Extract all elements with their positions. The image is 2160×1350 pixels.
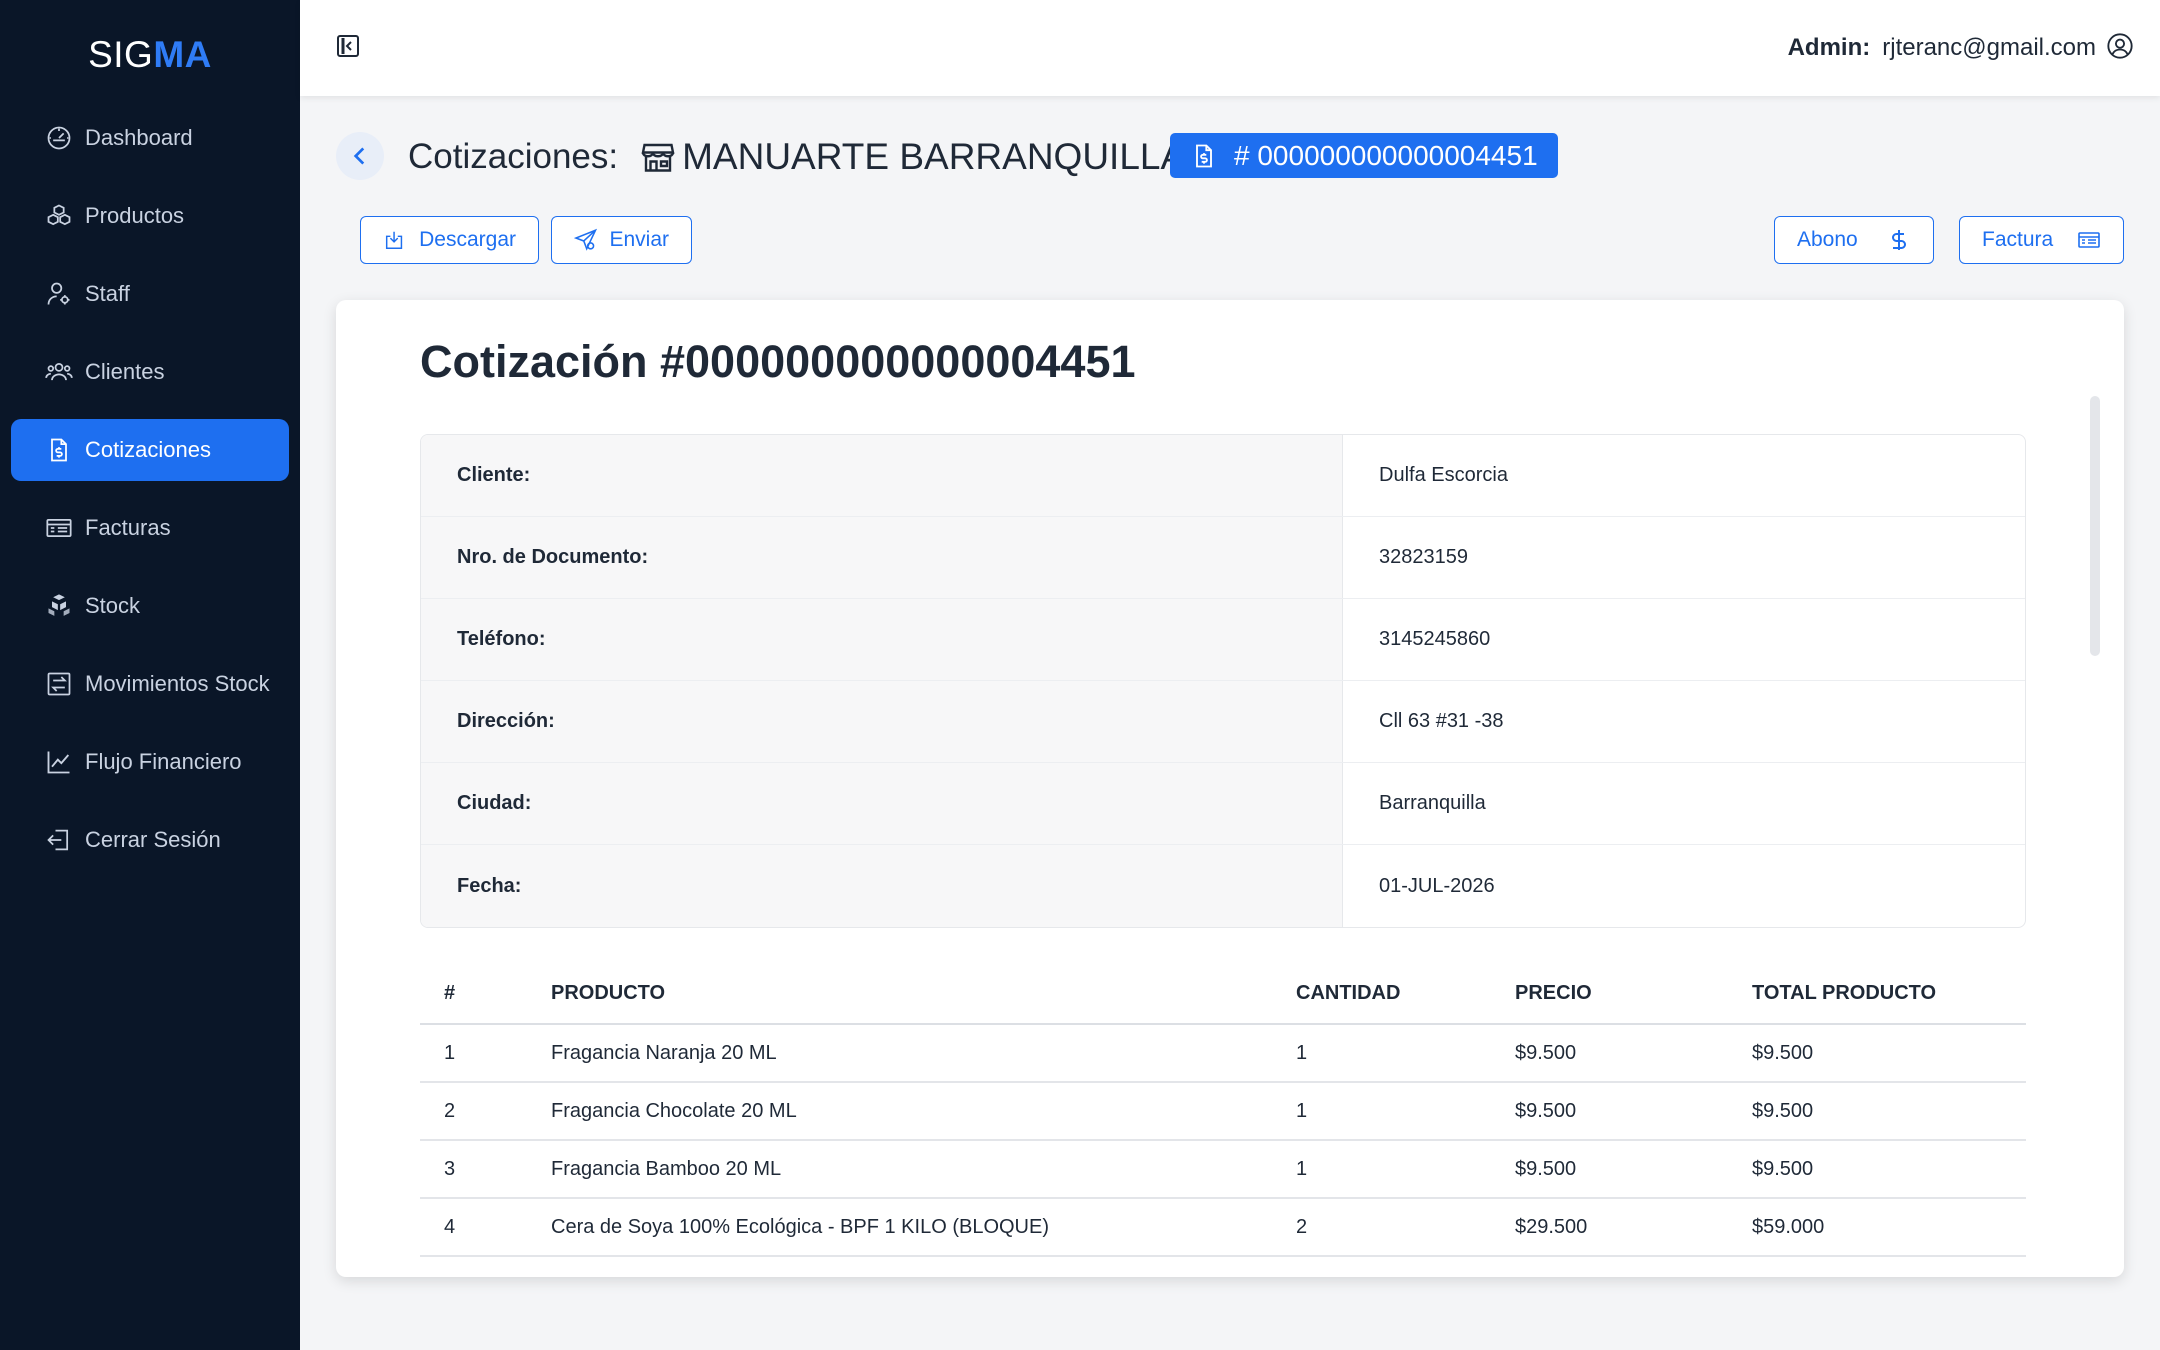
send-button[interactable]: Enviar xyxy=(551,216,692,264)
file-dollar-icon xyxy=(51,438,67,462)
dashboard-icon xyxy=(47,126,71,150)
table-row: 3 Fragancia Bamboo 20 ML 1 $9.500 $9.500 xyxy=(420,1140,2026,1199)
admin-info: Admin: rjteranc@gmail.com xyxy=(1787,34,2096,61)
sidebar-item-stock[interactable]: Stock xyxy=(11,575,289,637)
logout-icon xyxy=(47,829,69,851)
column-header: # xyxy=(420,964,527,1025)
boxes-icon xyxy=(47,204,71,226)
store-name: MANUARTE BARRANQUILLA xyxy=(682,136,1186,177)
sidebar-item-label: Productos xyxy=(85,203,185,228)
sidebar-nav: Dashboard Productos Staff Clientes Cotiz… xyxy=(11,107,289,887)
payment-button[interactable]: Abono xyxy=(1774,216,1934,264)
sidebar-item-label: Movimientos Stock xyxy=(85,671,270,696)
download-icon xyxy=(385,231,403,250)
sidebar-item-label: Dashboard xyxy=(85,125,193,150)
back-button[interactable] xyxy=(336,132,384,180)
table-row: 2 Fragancia Chocolate 20 ML 1 $9.500 $9.… xyxy=(420,1082,2026,1141)
client-info-table: Cliente: Dulfa Escorcia Nro. de Document… xyxy=(420,434,2026,928)
sidebar-item-movimientos-stock[interactable]: Movimientos Stock xyxy=(11,653,289,715)
products-table: # PRODUCTO CANTIDAD PRECIO TOTAL PRODUCT… xyxy=(420,964,2026,1257)
info-row-city: Ciudad: Barranquilla xyxy=(421,763,2025,845)
chevron-left-icon xyxy=(353,147,365,165)
sidebar-item-facturas[interactable]: Facturas xyxy=(11,497,289,559)
sidebar-item-label: Staff xyxy=(85,281,130,306)
invoice-icon xyxy=(46,518,72,538)
line-chart-icon xyxy=(47,751,70,774)
transfer-icon xyxy=(47,672,71,696)
page-title: Cotizaciones: MANUARTE BARRANQUILLA xyxy=(408,136,1186,177)
sidebar-item-staff[interactable]: Staff xyxy=(11,263,289,325)
column-header: CANTIDAD xyxy=(1272,964,1491,1025)
sidebar-item-label: Cotizaciones xyxy=(85,437,211,462)
sidebar-item-flujo-financiero[interactable]: Flujo Financiero xyxy=(11,731,289,793)
quote-card: Cotización #000000000000004451 Cliente: … xyxy=(336,300,2124,1277)
sidebar-item-productos[interactable]: Productos xyxy=(11,185,289,247)
file-dollar-icon xyxy=(1196,144,1212,167)
dollar-icon xyxy=(1892,230,1906,250)
sidebar-item-dashboard[interactable]: Dashboard xyxy=(11,107,289,169)
sidebar-item-label: Cerrar Sesión xyxy=(85,827,221,852)
column-header: TOTAL PRODUCTO xyxy=(1728,964,2026,1025)
brand-logo[interactable]: SIGMA xyxy=(0,34,300,76)
sidebar-item-cotizaciones[interactable]: Cotizaciones xyxy=(11,419,289,481)
sidebar: SIGMA Dashboard Productos Staff Clientes… xyxy=(0,0,300,1350)
download-button[interactable]: Descargar xyxy=(360,216,539,264)
sidebar-item-label: Flujo Financiero xyxy=(85,749,242,774)
info-row-document: Nro. de Documento: 32823159 xyxy=(421,517,2025,599)
info-row-address: Dirección: Cll 63 #31 -38 xyxy=(421,681,2025,763)
top-header: Admin: rjteranc@gmail.com xyxy=(300,0,2160,96)
user-gear-icon xyxy=(47,282,70,305)
invoice-button[interactable]: Factura xyxy=(1959,216,2124,264)
scrollbar[interactable] xyxy=(2090,396,2100,656)
sidebar-item-cerrar-sesion[interactable]: Cerrar Sesión xyxy=(11,809,289,871)
sidebar-item-label: Stock xyxy=(85,593,141,618)
info-row-phone: Teléfono: 3145245860 xyxy=(421,599,2025,681)
sidebar-item-label: Clientes xyxy=(85,359,165,384)
users-icon xyxy=(45,362,73,381)
column-header: PRODUCTO xyxy=(527,964,1272,1025)
invoice-icon xyxy=(2078,232,2100,248)
info-row-client: Cliente: Dulfa Escorcia xyxy=(421,435,2025,517)
sidebar-item-label: Facturas xyxy=(85,515,171,540)
user-circle-icon[interactable] xyxy=(2106,32,2134,60)
store-icon xyxy=(641,143,675,172)
admin-email: rjteranc@gmail.com xyxy=(1882,34,2096,61)
table-row: 1 Fragancia Naranja 20 ML 1 $9.500 $9.50… xyxy=(420,1024,2026,1083)
table-header-row: # PRODUCTO CANTIDAD PRECIO TOTAL PRODUCT… xyxy=(420,964,2026,1025)
info-row-date: Fecha: 01-JUL-2026 xyxy=(421,845,2025,927)
column-header: PRECIO xyxy=(1491,964,1728,1025)
quote-number-badge: # 000000000000004451 xyxy=(1170,133,1558,178)
sidebar-toggle-icon[interactable] xyxy=(336,34,360,58)
stock-boxes-icon xyxy=(48,594,70,616)
table-row: 4 Cera de Soya 100% Ecológica - BPF 1 KI… xyxy=(420,1198,2026,1257)
sidebar-item-clientes[interactable]: Clientes xyxy=(11,341,289,403)
quote-title: Cotización #000000000000004451 xyxy=(420,336,1136,387)
send-icon xyxy=(574,228,598,251)
